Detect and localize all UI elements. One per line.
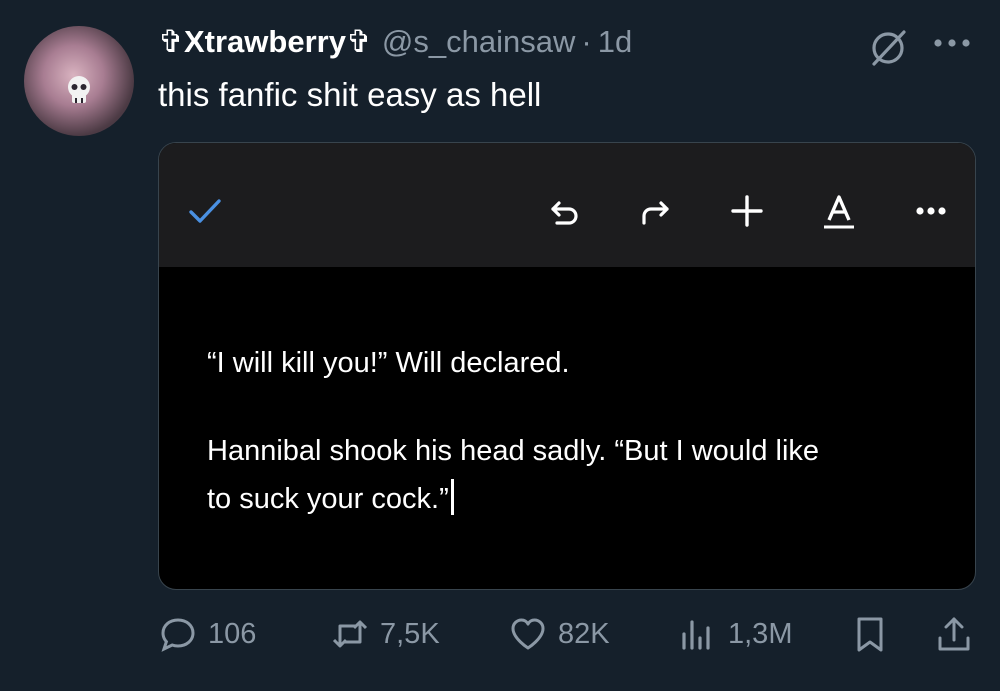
tweet-header: ✞Xtrawberry✞ @s_chainsaw · 1d	[158, 24, 632, 60]
plus-icon[interactable]	[727, 191, 767, 231]
user-handle[interactable]: @s_chainsaw	[382, 24, 575, 60]
views-button[interactable]: 1,3M	[678, 612, 792, 656]
text-cursor	[450, 479, 454, 515]
bookmark-button[interactable]	[850, 612, 890, 656]
document-line-3: to suck your cock.”	[207, 479, 454, 516]
document-line-3-text: to suck your cock.”	[207, 483, 449, 515]
more-options-icon[interactable]	[930, 28, 974, 58]
like-button[interactable]: 82K	[508, 612, 610, 656]
document-body[interactable]: “I will kill you!” Will declared. Hannib…	[159, 267, 975, 589]
media-attachment[interactable]: “I will kill you!” Will declared. Hannib…	[158, 142, 976, 590]
analytics-icon	[682, 620, 710, 650]
repost-count: 7,5K	[380, 617, 440, 650]
heart-icon	[511, 618, 545, 650]
text-format-icon[interactable]	[819, 191, 859, 231]
check-icon[interactable]	[185, 191, 225, 231]
reply-button[interactable]: 106	[158, 612, 256, 656]
undo-icon[interactable]	[545, 191, 585, 231]
reply-count: 106	[208, 617, 257, 650]
share-button[interactable]	[934, 612, 974, 656]
view-count: 1,3M	[728, 617, 793, 650]
share-icon	[938, 617, 970, 651]
separator-dot: ·	[581, 24, 592, 59]
bookmark-icon	[857, 617, 883, 652]
display-name[interactable]: ✞Xtrawberry✞	[158, 24, 372, 60]
timestamp[interactable]: 1d	[598, 24, 632, 60]
tweet-actions: 106 7,5K 82K 1,3M	[158, 612, 976, 660]
like-count: 82K	[558, 617, 610, 650]
tweet-text: this fanfic shit easy as hell	[158, 76, 542, 113]
more-icon[interactable]	[911, 191, 951, 231]
avatar[interactable]	[24, 26, 134, 136]
repost-icon	[332, 620, 368, 648]
document-line-2: Hannibal shook his head sadly. “But I wo…	[207, 435, 820, 467]
editor-toolbar	[159, 143, 975, 267]
redo-icon[interactable]	[635, 191, 675, 231]
repost-button[interactable]: 7,5K	[330, 612, 440, 656]
document-line-1: “I will kill you!” Will declared.	[207, 347, 570, 379]
reply-icon	[161, 618, 195, 652]
skull-icon	[68, 75, 90, 103]
grok-icon[interactable]	[868, 28, 908, 68]
